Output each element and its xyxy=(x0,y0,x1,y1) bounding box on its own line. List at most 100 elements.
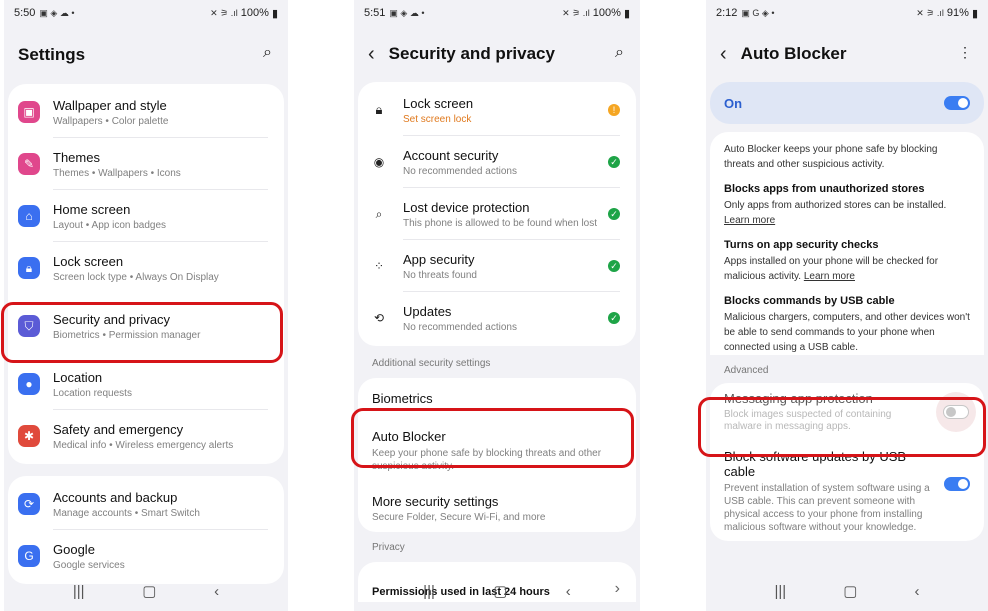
title-bar: Settings ⌕ xyxy=(4,26,288,84)
themes-icon: ✎ xyxy=(18,153,40,175)
page-title: Security and privacy xyxy=(388,44,555,63)
feature-title: Blocks apps from unauthorized stores xyxy=(724,183,925,195)
item-label: Account security xyxy=(403,147,499,163)
battery-icon: ▮ xyxy=(271,7,278,20)
home-icon: ⌂ xyxy=(18,205,40,227)
more-options-icon[interactable]: ⋮ xyxy=(958,44,972,61)
recents-icon[interactable]: ||| xyxy=(423,583,435,600)
settings-item-wallpaper[interactable]: ▣ Wallpaper and style Wallpapers • Color … xyxy=(8,86,284,138)
item-sub: Layout • App icon badges xyxy=(53,219,167,231)
item-label: App security xyxy=(403,251,475,267)
item-sub: No recommended actions xyxy=(403,165,517,177)
emergency-icon: ✱ xyxy=(18,425,40,447)
lock-icon: 🔒︎ xyxy=(18,257,40,279)
security-item-lost-device[interactable]: ⌕ Lost device protection This phone is al… xyxy=(358,188,636,240)
feature-usb-commands: Blocks commands by USB cable Malicious c… xyxy=(724,294,970,355)
title-bar: ‹ Auto Blocker ⋮ xyxy=(706,26,988,82)
home-button-icon[interactable]: ▢ xyxy=(493,582,507,600)
item-label: Google xyxy=(53,541,95,557)
highlight-auto-blocker xyxy=(351,408,634,468)
settings-item-lock-screen[interactable]: 🔒︎ Lock screen Screen lock type • Always … xyxy=(8,242,284,294)
more-security-settings-item[interactable]: More security settings Secure Folder, Sec… xyxy=(358,484,636,532)
item-label: Lock screen xyxy=(53,253,124,269)
recents-icon[interactable]: ||| xyxy=(73,583,85,600)
signal-icons: ✕ ⚞ .ıl xyxy=(210,7,238,18)
settings-item-safety[interactable]: ✱ Safety and emergency Medical info • Wir… xyxy=(8,410,284,462)
status-time: 5:51 xyxy=(364,7,386,19)
security-item-app-security[interactable]: ⁘ App security No threats found ✓ xyxy=(358,240,636,292)
feature-text: Only apps from authorized stores can be … xyxy=(724,200,947,211)
home-button-icon[interactable]: ▢ xyxy=(843,582,857,600)
nav-bar: ||| ▢ ‹ xyxy=(354,571,640,611)
item-label: Biometrics xyxy=(372,390,433,406)
apps-icon: ⁘ xyxy=(373,259,385,273)
home-button-icon[interactable]: ▢ xyxy=(142,582,156,600)
status-bar: 5:50 ▣ ◈ ☁ • ✕ ⚞ .ıl 100% ▮ xyxy=(4,0,288,26)
item-label: Accounts and backup xyxy=(53,489,178,505)
item-label: Lost device protection xyxy=(403,199,530,215)
recents-icon[interactable]: ||| xyxy=(775,583,787,600)
back-arrow-icon[interactable]: ‹ xyxy=(368,43,375,66)
settings-item-location[interactable]: ● Location Location requests xyxy=(8,358,284,410)
settings-card-accounts: ⟳ Accounts and backup Manage accounts • S… xyxy=(8,476,284,584)
notification-icons: ▣ ◈ ☁ • xyxy=(389,7,425,18)
nav-bar: ||| ▢ ‹ xyxy=(706,571,988,611)
item-label: Safety and emergency xyxy=(53,421,184,437)
item-label: Home screen xyxy=(53,201,131,217)
item-label: Location xyxy=(53,369,103,385)
feature-app-security-checks: Turns on app security checks Apps instal… xyxy=(724,238,970,284)
usb-updates-toggle[interactable] xyxy=(944,477,970,491)
item-sub: This phone is allowed to be found when l… xyxy=(403,217,598,229)
section-header-privacy: Privacy xyxy=(372,542,405,553)
google-icon: G xyxy=(18,545,40,567)
notification-icons: ▣ G ◈ • xyxy=(741,7,775,18)
find-device-icon: ⌕ xyxy=(375,206,383,221)
settings-item-accounts[interactable]: ⟳ Accounts and backup Manage accounts • S… xyxy=(8,478,284,530)
item-label: Wallpaper and style xyxy=(53,97,167,113)
master-switch-bar[interactable]: On xyxy=(710,82,984,124)
check-icon: ✓ xyxy=(608,208,620,220)
search-icon[interactable]: ⌕ xyxy=(263,44,272,62)
settings-item-themes[interactable]: ✎ Themes Themes • Wallpapers • Icons xyxy=(8,138,284,190)
battery-icon: ▮ xyxy=(623,7,630,20)
learn-more-link[interactable]: Learn more xyxy=(804,271,855,282)
auto-blocker-toggle[interactable] xyxy=(944,96,970,110)
search-icon[interactable]: ⌕ xyxy=(615,44,624,62)
feature-title: Turns on app security checks xyxy=(724,239,879,251)
back-icon[interactable]: ‹ xyxy=(914,583,919,600)
auto-blocker-screen: 2:12 ▣ G ◈ • ✕ ⚞ .ıl 91% ▮ ‹ Auto Blocker ⋮… xyxy=(706,0,988,611)
back-icon[interactable]: ‹ xyxy=(214,583,219,600)
back-icon[interactable]: ‹ xyxy=(566,583,571,600)
check-icon: ✓ xyxy=(608,260,620,272)
battery-level: 100% xyxy=(240,7,269,19)
item-sub: Prevent installation of system software … xyxy=(724,483,930,533)
item-sub: Location requests xyxy=(53,387,132,399)
intro-text: Auto Blocker keeps your phone safe by bl… xyxy=(724,144,938,170)
warning-icon: ! xyxy=(608,104,620,116)
highlight-security-privacy xyxy=(1,302,283,363)
security-item-updates[interactable]: ⟲ Updates No recommended actions ✓ xyxy=(358,292,636,344)
status-time: 5:50 xyxy=(14,7,36,19)
learn-more-link[interactable]: Learn more xyxy=(724,215,775,226)
status-bar: 5:51 ▣ ◈ ☁ • ✕ ⚞ .ıl 100% ▮ xyxy=(354,0,640,26)
back-arrow-icon[interactable]: ‹ xyxy=(720,43,727,66)
item-sub: No threats found xyxy=(403,269,477,281)
description-card: Auto Blocker keeps your phone safe by bl… xyxy=(710,132,984,355)
item-sub: No recommended actions xyxy=(403,321,517,333)
location-icon: ● xyxy=(18,373,40,395)
security-privacy-screen: 5:51 ▣ ◈ ☁ • ✕ ⚞ .ıl 100% ▮ ‹ Security and … xyxy=(354,0,640,611)
page-title: Settings xyxy=(18,45,86,64)
item-label: More security settings xyxy=(372,493,499,509)
item-sub: Manage accounts • Smart Switch xyxy=(53,507,200,519)
battery-level: 100% xyxy=(592,7,621,19)
security-item-lock-screen[interactable]: 🔒︎ Lock screen Set screen lock ! xyxy=(358,84,636,136)
security-item-account[interactable]: ◉ Account security No recommended actions… xyxy=(358,136,636,188)
status-time: 2:12 xyxy=(716,7,738,19)
section-header-additional: Additional security settings xyxy=(372,358,491,369)
settings-item-home-screen[interactable]: ⌂ Home screen Layout • App icon badges xyxy=(8,190,284,242)
update-icon: ⟲ xyxy=(373,311,385,325)
notification-icons: ▣ ◈ ☁ • xyxy=(39,7,75,18)
check-icon: ✓ xyxy=(608,312,620,324)
feature-title: Blocks commands by USB cable xyxy=(724,295,895,307)
item-label: Lock screen xyxy=(403,95,474,111)
